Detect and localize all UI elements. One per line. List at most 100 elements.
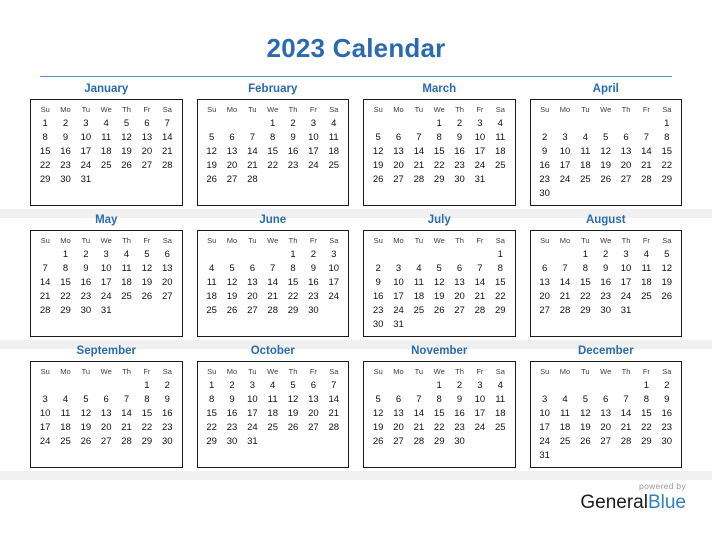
day-cell[interactable]: 18 — [96, 145, 116, 159]
day-cell[interactable]: 12 — [222, 276, 242, 290]
day-cell[interactable]: 30 — [303, 304, 323, 318]
day-cell[interactable]: 1 — [429, 117, 449, 131]
day-cell[interactable]: 2 — [449, 379, 469, 393]
day-cell[interactable]: 21 — [636, 159, 656, 173]
day-cell[interactable]: 17 — [324, 276, 344, 290]
day-cell[interactable]: 14 — [616, 407, 636, 421]
day-cell[interactable]: 13 — [157, 262, 177, 276]
day-cell[interactable]: 6 — [449, 262, 469, 276]
day-cell[interactable]: 26 — [222, 304, 242, 318]
day-cell[interactable]: 15 — [55, 276, 75, 290]
day-cell[interactable]: 15 — [575, 276, 595, 290]
day-cell[interactable]: 31 — [242, 435, 262, 449]
day-cell[interactable]: 22 — [35, 159, 55, 173]
day-cell[interactable]: 13 — [96, 407, 116, 421]
day-cell[interactable]: 26 — [575, 435, 595, 449]
day-cell[interactable]: 27 — [157, 290, 177, 304]
day-cell[interactable]: 4 — [555, 393, 575, 407]
day-cell[interactable]: 29 — [575, 304, 595, 318]
day-cell[interactable]: 27 — [222, 173, 242, 187]
day-cell[interactable]: 5 — [283, 379, 303, 393]
day-cell[interactable]: 12 — [575, 407, 595, 421]
day-cell[interactable]: 1 — [657, 117, 677, 131]
day-cell[interactable]: 26 — [137, 290, 157, 304]
day-cell[interactable]: 21 — [116, 421, 136, 435]
day-cell[interactable]: 17 — [303, 145, 323, 159]
day-cell[interactable]: 17 — [535, 421, 555, 435]
day-cell[interactable]: 30 — [76, 304, 96, 318]
day-cell[interactable]: 25 — [636, 290, 656, 304]
day-cell[interactable]: 1 — [202, 379, 222, 393]
day-cell[interactable]: 2 — [157, 379, 177, 393]
day-cell[interactable]: 17 — [555, 159, 575, 173]
day-cell[interactable]: 30 — [157, 435, 177, 449]
day-cell[interactable]: 7 — [324, 379, 344, 393]
day-cell[interactable]: 2 — [55, 117, 75, 131]
day-cell[interactable]: 10 — [470, 131, 490, 145]
day-cell[interactable]: 5 — [116, 117, 136, 131]
day-cell[interactable]: 2 — [368, 262, 388, 276]
day-cell[interactable]: 17 — [470, 145, 490, 159]
day-cell[interactable]: 16 — [55, 145, 75, 159]
day-cell[interactable]: 11 — [490, 131, 510, 145]
day-cell[interactable]: 24 — [96, 290, 116, 304]
day-cell[interactable]: 19 — [137, 276, 157, 290]
day-cell[interactable]: 2 — [283, 117, 303, 131]
day-cell[interactable]: 15 — [636, 407, 656, 421]
day-cell[interactable]: 8 — [283, 262, 303, 276]
day-cell[interactable]: 4 — [96, 117, 116, 131]
day-cell[interactable]: 7 — [116, 393, 136, 407]
day-cell[interactable]: 3 — [76, 117, 96, 131]
day-cell[interactable]: 8 — [575, 262, 595, 276]
day-cell[interactable]: 15 — [429, 145, 449, 159]
day-cell[interactable]: 22 — [575, 290, 595, 304]
day-cell[interactable]: 25 — [263, 421, 283, 435]
day-cell[interactable]: 26 — [368, 173, 388, 187]
day-cell[interactable]: 23 — [303, 290, 323, 304]
day-cell[interactable]: 15 — [137, 407, 157, 421]
day-cell[interactable]: 12 — [368, 407, 388, 421]
day-cell[interactable]: 19 — [116, 145, 136, 159]
day-cell[interactable]: 28 — [409, 435, 429, 449]
day-cell[interactable]: 5 — [202, 131, 222, 145]
day-cell[interactable]: 11 — [202, 276, 222, 290]
day-cell[interactable]: 29 — [657, 173, 677, 187]
day-cell[interactable]: 24 — [76, 159, 96, 173]
day-cell[interactable]: 10 — [96, 262, 116, 276]
day-cell[interactable]: 25 — [116, 290, 136, 304]
day-cell[interactable]: 25 — [202, 304, 222, 318]
day-cell[interactable]: 12 — [76, 407, 96, 421]
day-cell[interactable]: 2 — [657, 379, 677, 393]
day-cell[interactable]: 22 — [429, 159, 449, 173]
day-cell[interactable]: 8 — [202, 393, 222, 407]
day-cell[interactable]: 22 — [636, 421, 656, 435]
day-cell[interactable]: 8 — [263, 131, 283, 145]
day-cell[interactable]: 12 — [429, 276, 449, 290]
day-cell[interactable]: 7 — [157, 117, 177, 131]
day-cell[interactable]: 19 — [222, 290, 242, 304]
day-cell[interactable]: 1 — [490, 248, 510, 262]
day-cell[interactable]: 14 — [242, 145, 262, 159]
day-cell[interactable]: 5 — [368, 131, 388, 145]
day-cell[interactable]: 10 — [388, 276, 408, 290]
day-cell[interactable]: 8 — [35, 131, 55, 145]
day-cell[interactable]: 29 — [429, 173, 449, 187]
day-cell[interactable]: 19 — [575, 421, 595, 435]
day-cell[interactable]: 30 — [449, 435, 469, 449]
day-cell[interactable]: 24 — [35, 435, 55, 449]
day-cell[interactable]: 4 — [490, 117, 510, 131]
day-cell[interactable]: 10 — [35, 407, 55, 421]
day-cell[interactable]: 31 — [96, 304, 116, 318]
day-cell[interactable]: 28 — [324, 421, 344, 435]
day-cell[interactable]: 16 — [222, 407, 242, 421]
day-cell[interactable]: 16 — [657, 407, 677, 421]
day-cell[interactable]: 15 — [283, 276, 303, 290]
day-cell[interactable]: 20 — [388, 421, 408, 435]
day-cell[interactable]: 21 — [409, 159, 429, 173]
day-cell[interactable]: 17 — [96, 276, 116, 290]
day-cell[interactable]: 26 — [76, 435, 96, 449]
day-cell[interactable]: 16 — [449, 407, 469, 421]
day-cell[interactable]: 1 — [636, 379, 656, 393]
day-cell[interactable]: 24 — [388, 304, 408, 318]
day-cell[interactable]: 7 — [242, 131, 262, 145]
